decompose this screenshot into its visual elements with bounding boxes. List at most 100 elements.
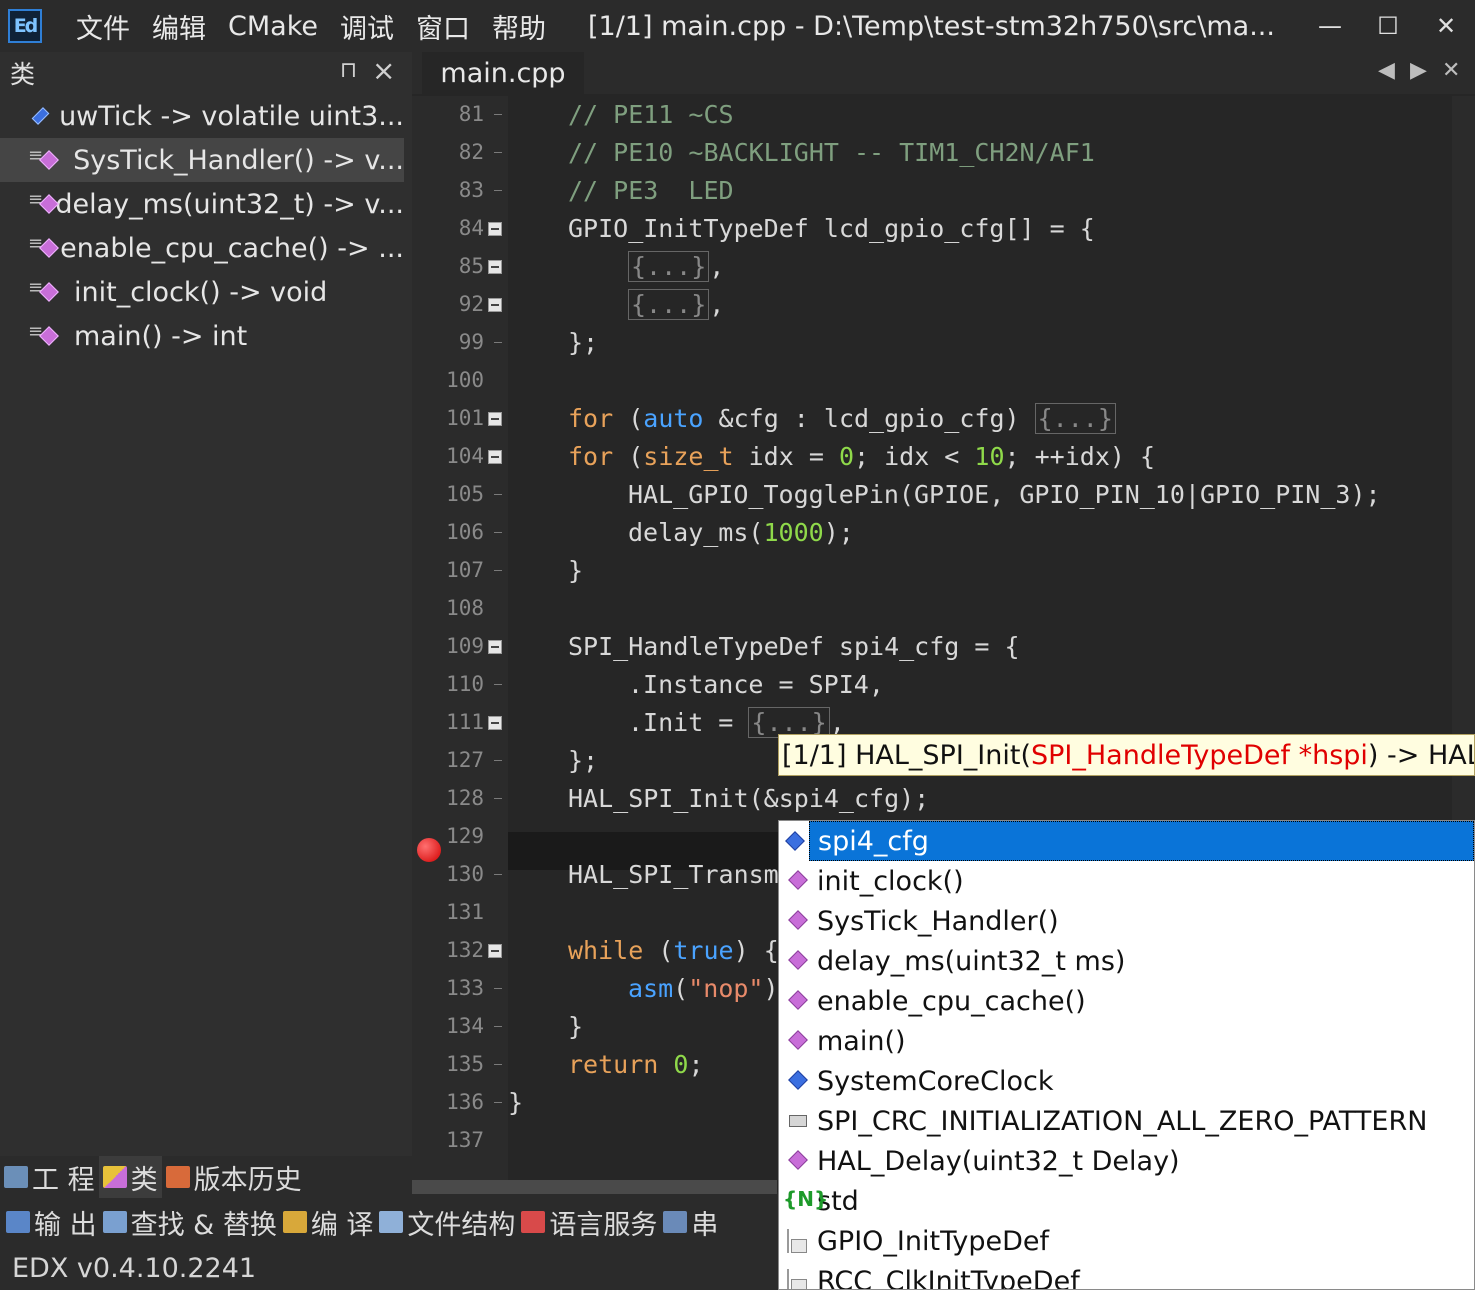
close-panel-icon[interactable]: × (372, 54, 395, 87)
tab-build[interactable]: 编 译 (282, 1203, 373, 1242)
function-icon (28, 189, 44, 214)
tab-version-history[interactable]: 版本历史 (162, 1156, 306, 1198)
menu-cmake[interactable]: CMake (228, 11, 318, 42)
fold-toggle-icon[interactable] (488, 260, 502, 274)
completion-item[interactable]: SPI_CRC_INITIALIZATION_ALL_ZERO_PATTERN (779, 1101, 1474, 1141)
completion-list[interactable]: spi4_cfg init_clock() SysTick_Handler() del… (778, 820, 1475, 1290)
fold-guide (494, 874, 502, 875)
tab-class[interactable]: 类 (98, 1156, 162, 1198)
tab-next-icon[interactable]: ▶ (1410, 58, 1427, 83)
code-line[interactable]: 81 // PE11 ~CS (412, 96, 1452, 134)
code-text: for (auto &cfg : lcd_gpio_cfg) {...} (568, 403, 1116, 434)
fold-guide (494, 342, 502, 343)
code-line[interactable]: 100 (412, 362, 1452, 400)
line-number: 136 (446, 1090, 484, 1114)
minimize-button[interactable]: — (1302, 4, 1358, 48)
bottom-tabs: 输 出 查找 & 替换 编 译 文件结构 语言服务 串 (0, 1200, 780, 1244)
menu-debug[interactable]: 调试 (340, 7, 394, 46)
class-item[interactable]: delay_ms(uint32_t) -> v... (0, 182, 404, 226)
tab-close-icon[interactable]: ✕ (1442, 58, 1460, 83)
tab-serial[interactable]: 串 (663, 1203, 718, 1242)
variable-icon (785, 831, 805, 851)
code-line[interactable]: 99}; (412, 324, 1452, 362)
type-token: asm (628, 974, 674, 1003)
code-line[interactable]: 84 GPIO_InitTypeDef lcd_gpio_cfg[] = { (412, 210, 1452, 248)
tab-project[interactable]: 工 程 (0, 1156, 99, 1198)
code-token: }; (568, 746, 599, 775)
close-window-button[interactable]: ✕ (1418, 4, 1474, 48)
maximize-button[interactable]: ☐ (1360, 4, 1416, 48)
completion-item-label: SPI_CRC_INITIALIZATION_ALL_ZERO_PATTERN (817, 1105, 1428, 1137)
code-token: , (709, 290, 725, 319)
code-line[interactable]: 109 SPI_HandleTypeDef spi4_cfg = { (412, 628, 1452, 666)
completion-item[interactable]: RCC_ClkInitTypeDef (779, 1261, 1474, 1289)
tab-find-replace[interactable]: 查找 & 替换 (102, 1203, 277, 1242)
menu-file[interactable]: 文件 (76, 7, 130, 46)
pin-icon[interactable]: ⊓ (340, 58, 357, 83)
tab-output-label: 输 出 (34, 1209, 97, 1241)
completion-item[interactable]: delay_ms(uint32_t ms) (779, 941, 1474, 981)
menu-help[interactable]: 帮助 (492, 7, 546, 46)
code-text: }; (568, 328, 598, 357)
completion-item[interactable]: GPIO_InitTypeDef (779, 1221, 1474, 1261)
tab-file-structure[interactable]: 文件结构 (379, 1203, 515, 1242)
tab-prev-icon[interactable]: ◀ (1378, 58, 1395, 83)
code-line[interactable]: 83 // PE3 LED (412, 172, 1452, 210)
tab-language-service[interactable]: 语言服务 (521, 1203, 657, 1242)
tab-main-cpp[interactable]: main.cpp (422, 52, 584, 94)
code-line[interactable]: 92 {...}, (412, 286, 1452, 324)
code-line[interactable]: 82 // PE10 ~BACKLIGHT -- TIM1_CH2N/AF1 (412, 134, 1452, 172)
tab-project-label: 工 程 (32, 1164, 95, 1196)
collapsed-block-marker[interactable]: {...} (1034, 403, 1116, 434)
code-text: while (true) { (568, 936, 779, 965)
namespace-icon: {N} (783, 1187, 829, 1211)
code-token: HAL_SPI_Transm (568, 860, 779, 889)
class-item[interactable]: SysTick_Handler() -> v... (0, 138, 404, 182)
window-title: [1/1] main.cpp - D:\Temp\test-stm32h750\… (587, 10, 1275, 42)
fold-toggle-icon[interactable] (488, 222, 502, 236)
fold-toggle-icon[interactable] (488, 298, 502, 312)
code-line[interactable]: 108 (412, 590, 1452, 628)
class-item-label: delay_ms(uint32_t) -> v... (55, 188, 404, 220)
code-token: } (568, 556, 584, 585)
app-logo-icon[interactable]: Ed (8, 9, 42, 43)
code-line[interactable]: 105 HAL_GPIO_TogglePin(GPIOE, GPIO_PIN_10… (412, 476, 1452, 514)
menu-window[interactable]: 窗口 (416, 7, 470, 46)
completion-item[interactable]: main() (779, 1021, 1474, 1061)
code-line[interactable]: 101 for (auto &cfg : lcd_gpio_cfg) {...} (412, 400, 1452, 438)
fold-toggle-icon[interactable] (488, 450, 502, 464)
class-item[interactable]: uwTick -> volatile uint3... (0, 94, 404, 138)
completion-item[interactable]: enable_cpu_cache() (779, 981, 1474, 1021)
completion-item[interactable]: HAL_Delay(uint32_t Delay) (779, 1141, 1474, 1181)
collapsed-block-marker[interactable]: {...} (628, 289, 710, 320)
class-item[interactable]: init_clock() -> void (0, 270, 404, 314)
fold-toggle-icon[interactable] (488, 944, 502, 958)
tab-version-history-label: 版本历史 (193, 1164, 302, 1196)
code-line[interactable]: 110 .Instance = SPI4, (412, 666, 1452, 704)
class-panel-title: 类 (10, 60, 36, 89)
line-number: 101 (446, 406, 484, 430)
horizontal-scrollbar[interactable] (412, 1180, 777, 1194)
completion-item[interactable]: SysTick_Handler() (779, 901, 1474, 941)
collapsed-block-marker[interactable]: {...} (628, 251, 710, 282)
class-item-label: SysTick_Handler() -> v... (73, 144, 404, 176)
class-item[interactable]: main() -> int (0, 314, 404, 358)
line-number: 107 (446, 558, 484, 582)
fold-toggle-icon[interactable] (488, 640, 502, 654)
completion-item[interactable]: init_clock() (779, 861, 1474, 901)
variable-icon (788, 1070, 808, 1090)
code-line[interactable]: 107} (412, 552, 1452, 590)
code-line[interactable]: 106 delay_ms(1000); (412, 514, 1452, 552)
fold-toggle-icon[interactable] (488, 716, 502, 730)
menu-edit[interactable]: 编辑 (152, 7, 206, 46)
completion-item[interactable]: SystemCoreClock (779, 1061, 1474, 1101)
class-item[interactable]: enable_cpu_cache() -> ... (0, 226, 404, 270)
tab-output[interactable]: 输 出 (6, 1203, 97, 1242)
code-line[interactable]: 128 HAL_SPI_Init(&spi4_cfg); (412, 780, 1452, 818)
completion-item[interactable]: {N} std (779, 1181, 1474, 1221)
code-line[interactable]: 104 for (size_t idx = 0; idx < 10; ++idx)… (412, 438, 1452, 476)
completion-item[interactable]: spi4_cfg (785, 821, 1474, 861)
tab-serial-label: 串 (691, 1209, 719, 1241)
fold-toggle-icon[interactable] (488, 412, 502, 426)
code-line[interactable]: 85 {...}, (412, 248, 1452, 286)
